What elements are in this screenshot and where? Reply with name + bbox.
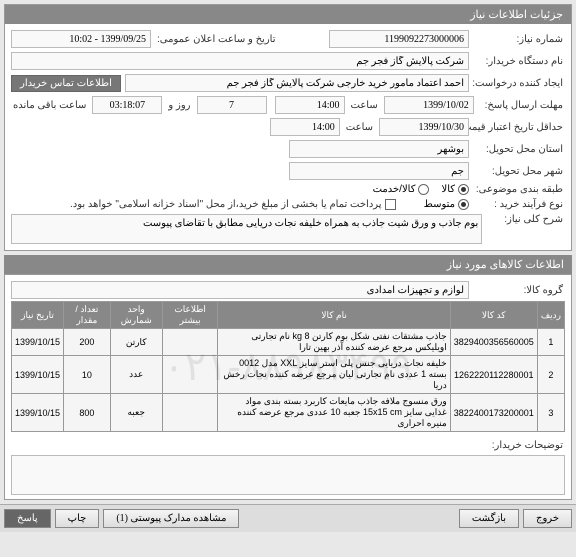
budget-opt-goods-service[interactable]: کالا/خدمت [373,184,430,195]
budget-opt-label: کالا [441,184,455,195]
exit-button[interactable]: خروج [523,509,572,528]
cell-date: 1399/10/15 [12,356,64,394]
desc-textarea[interactable] [11,214,482,244]
cell-date: 1399/10/15 [12,394,64,432]
remain-label: ساعت باقی مانده [11,100,88,111]
cell-idx: 2 [537,356,564,394]
public-date-label: تاریخ و ساعت اعلان عمومی: [155,34,278,45]
treasury-checkbox[interactable]: پرداخت تمام یا بخشی از مبلغ خرید،از محل … [70,199,396,210]
group-input[interactable] [11,281,469,299]
cell-code: 1262220112280001 [450,356,537,394]
validity-label: حداقل تاریخ اعتبار قیمت: تا تاریخ: [473,122,565,133]
back-button[interactable]: بازگشت [459,509,519,528]
cell-unit: کارتن [110,329,162,356]
group-label: گروه کالا: [473,285,565,296]
cell-more[interactable] [162,394,218,432]
validity-date[interactable] [379,118,469,136]
purchase-opt-medium[interactable]: متوسط [424,199,469,210]
main-panel: جزئیات اطلاعات نیاز شماره نیاز: تاریخ و … [4,4,572,251]
deadline-time[interactable] [275,96,345,114]
cell-qty: 10 [64,356,111,394]
cell-unit: جعبه [110,394,162,432]
cell-name: خلیفه نجات دریایی جنس پلی استر سایز XXL … [218,356,450,394]
th-qty: تعداد / مقدار [64,302,111,329]
th-idx: ردیف [537,302,564,329]
cell-name: ورق منسوج ملافه جاذب مایعات کاربرد بسته … [218,394,450,432]
cell-name: جاذب مشتقات نفتی شکل بوم کارتن kg 8 نام … [218,329,450,356]
buyer-input[interactable] [11,52,469,70]
deadline-label: مهلت ارسال پاسخ: [478,100,565,111]
radio-icon [418,184,429,195]
purchase-opt-label: متوسط [424,199,455,210]
cell-qty: 200 [64,329,111,356]
budget-opt-label: کالا/خدمت [373,184,416,195]
table-header-row: ردیف کد کالا نام کالا اطلاعات بیشتر واحد… [12,302,565,329]
comments-label: توضیحات خریدار: [473,440,565,451]
footer-bar: خروج بازگشت مشاهده مدارک پیوستی (1) چاپ … [0,504,576,532]
creator-input[interactable] [125,74,469,92]
public-date-input[interactable] [11,30,151,48]
hour-label-2: ساعت [344,122,375,133]
contact-info-button[interactable]: اطلاعات تماس خریدار [11,75,121,92]
panel-title: جزئیات اطلاعات نیاز [5,5,571,24]
budget-radio-group: کالا کالا/خدمت [373,184,469,195]
need-no-input[interactable] [329,30,469,48]
th-more: اطلاعات بیشتر [162,302,218,329]
hour-label-1: ساعت [349,100,380,111]
th-code: کد کالا [450,302,537,329]
deadline-date[interactable] [384,96,474,114]
cell-more[interactable] [162,356,218,394]
radio-icon [458,199,469,210]
cell-code: 3822400173200001 [450,394,537,432]
cell-code: 3829400356560005 [450,329,537,356]
cell-unit: عدد [110,356,162,394]
desc-label: شرح کلی نیاز: [486,214,565,225]
buyer-comments-box [11,455,565,495]
attachments-button[interactable]: مشاهده مدارک پیوستی (1) [103,509,239,528]
reply-button[interactable]: پاسخ [4,509,51,528]
goods-header: اطلاعات کالاهای مورد نیاز [4,255,572,274]
city-input[interactable] [289,162,469,180]
province-input[interactable] [289,140,469,158]
cell-idx: 1 [537,329,564,356]
print-button[interactable]: چاپ [55,509,100,528]
budget-opt-goods[interactable]: کالا [441,184,469,195]
purchase-type-label: نوع فرآیند خرید : [473,199,565,210]
goods-table-wrap: ۰۲۱-۸۸۹۸۳۴۹۹ ردیف کد کالا نام کالا اطلاع… [11,301,565,432]
table-row[interactable]: 33822400173200001ورق منسوج ملافه جاذب ما… [12,394,565,432]
cell-idx: 3 [537,394,564,432]
purchase-radio-group: متوسط [424,199,469,210]
days-label: روز و [166,100,192,111]
table-row[interactable]: 21262220112280001خلیفه نجات دریایی جنس پ… [12,356,565,394]
creator-label: ایجاد کننده درخواست: [473,78,565,89]
goods-panel: گروه کالا: ۰۲۱-۸۸۹۸۳۴۹۹ ردیف کد کالا نام… [4,274,572,500]
buyer-label: نام دستگاه خریدار: [473,56,565,67]
goods-table: ردیف کد کالا نام کالا اطلاعات بیشتر واحد… [11,301,565,432]
table-row[interactable]: 13829400356560005جاذب مشتقات نفتی شکل بو… [12,329,565,356]
validity-time[interactable] [270,118,340,136]
city-label: شهر محل تحویل: [473,166,565,177]
countdown-time [92,96,162,114]
treasury-label: پرداخت تمام یا بخشی از مبلغ خرید،از محل … [70,199,382,210]
cell-date: 1399/10/15 [12,329,64,356]
th-unit: واحد شمارش [110,302,162,329]
radio-icon [458,184,469,195]
countdown-days [197,96,267,114]
th-name: نام کالا [218,302,450,329]
cell-qty: 800 [64,394,111,432]
budget-label: طبقه بندی موضوعی: [473,184,565,195]
province-label: استان محل تحویل: [473,144,565,155]
need-no-label: شماره نیاز: [473,34,565,45]
checkbox-icon [385,199,396,210]
form-body: شماره نیاز: تاریخ و ساعت اعلان عمومی: نا… [5,24,571,250]
th-date: تاریخ نیاز [12,302,64,329]
cell-more[interactable] [162,329,218,356]
